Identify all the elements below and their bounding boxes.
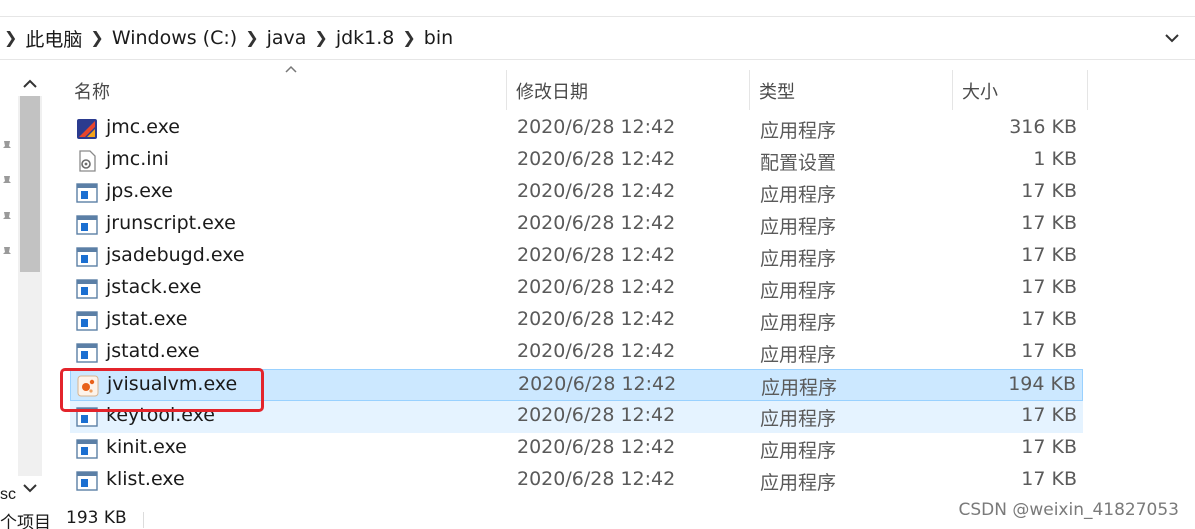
status-divider	[143, 512, 144, 528]
file-size: 194 KB	[1008, 373, 1076, 395]
chevron-right-icon[interactable]: ❯	[237, 28, 266, 47]
chevron-down-icon[interactable]	[1163, 29, 1181, 47]
file-size: 17 KB	[1021, 180, 1077, 202]
file-date-modified: 2020/6/28 12:42	[517, 276, 676, 298]
table-row[interactable]: kinit.exe 2020/6/28 12:42 应用程序 17 KB	[70, 433, 1083, 465]
file-date-modified: 2020/6/28 12:42	[518, 373, 677, 395]
file-type: 应用程序	[760, 440, 837, 462]
file-size: 17 KB	[1021, 468, 1077, 490]
file-size: 17 KB	[1021, 436, 1077, 458]
file-name: jmc.exe	[106, 116, 180, 138]
exe-window-icon	[76, 246, 98, 268]
chevron-right-icon[interactable]: ❯	[394, 28, 423, 47]
watermark: CSDN @weixin_41827053	[958, 500, 1179, 520]
file-size: 17 KB	[1021, 308, 1077, 330]
file-type: 应用程序	[760, 408, 837, 430]
jmc-app-icon	[76, 118, 98, 140]
file-name: jrunscript.exe	[106, 212, 236, 234]
file-date-modified: 2020/6/28 12:42	[517, 244, 676, 266]
breadcrumb[interactable]: ❯ 此电脑 ❯ Windows (C:) ❯ java ❯ jdk1.8 ❯ b…	[0, 17, 1195, 59]
file-date-modified: 2020/6/28 12:42	[517, 404, 676, 426]
table-row[interactable]: jstack.exe 2020/6/28 12:42 应用程序 17 KB	[70, 273, 1083, 305]
file-size: 1 KB	[1033, 148, 1077, 170]
file-name: kinit.exe	[106, 436, 187, 458]
exe-window-icon	[76, 310, 98, 332]
file-name: jsadebugd.exe	[106, 244, 245, 266]
file-size: 17 KB	[1021, 276, 1077, 298]
pin-icon[interactable]	[0, 175, 14, 189]
file-size: 17 KB	[1021, 244, 1077, 266]
column-divider[interactable]	[1087, 70, 1088, 110]
file-name: jstack.exe	[106, 276, 202, 298]
exe-window-icon	[76, 438, 98, 460]
file-type: 配置设置	[760, 152, 837, 174]
breadcrumb-bin[interactable]: bin	[424, 27, 453, 49]
chevron-right-icon[interactable]: ❯	[306, 28, 335, 47]
exe-window-icon	[76, 278, 98, 300]
file-type: 应用程序	[760, 184, 837, 206]
breadcrumb-jdk18[interactable]: jdk1.8	[336, 27, 395, 49]
file-date-modified: 2020/6/28 12:42	[517, 308, 676, 330]
breadcrumb-windows-c[interactable]: Windows (C:)	[112, 27, 237, 49]
file-date-modified: 2020/6/28 12:42	[517, 212, 676, 234]
annotation-highlight-box	[60, 368, 264, 412]
address-bar[interactable]: ❯ 此电脑 ❯ Windows (C:) ❯ java ❯ jdk1.8 ❯ b…	[0, 16, 1195, 60]
file-date-modified: 2020/6/28 12:42	[517, 340, 676, 362]
exe-window-icon	[76, 342, 98, 364]
pin-icon[interactable]	[0, 140, 14, 154]
chevron-right-icon[interactable]: ❯	[82, 28, 111, 47]
settings-file-icon	[76, 150, 98, 172]
file-size: 316 KB	[1009, 116, 1077, 138]
file-type: 应用程序	[760, 120, 837, 142]
table-row[interactable]: jsadebugd.exe 2020/6/28 12:42 应用程序 17 KB	[70, 241, 1083, 273]
sort-ascending-icon	[285, 65, 297, 73]
pin-icon[interactable]	[0, 246, 14, 260]
chevron-right-icon[interactable]: ❯	[0, 28, 25, 47]
file-type: 应用程序	[760, 312, 837, 334]
table-row[interactable]: klist.exe 2020/6/28 12:42 应用程序 17 KB	[70, 465, 1083, 497]
breadcrumb-this-pc[interactable]: 此电脑	[25, 25, 82, 52]
file-type: 应用程序	[760, 344, 837, 366]
selected-size: 193 KB	[66, 508, 127, 528]
file-name: jstat.exe	[106, 308, 188, 330]
file-date-modified: 2020/6/28 12:42	[517, 436, 676, 458]
file-name: jstatd.exe	[106, 340, 200, 362]
table-row[interactable]: jmc.ini 2020/6/28 12:42 配置设置 1 KB	[70, 145, 1083, 177]
table-row[interactable]: jstatd.exe 2020/6/28 12:42 应用程序 17 KB	[70, 337, 1083, 369]
pin-icon[interactable]	[0, 211, 14, 225]
scroll-down-arrow-icon[interactable]	[20, 478, 40, 498]
file-size: 17 KB	[1021, 340, 1077, 362]
file-type: 应用程序	[760, 216, 837, 238]
exe-window-icon	[76, 182, 98, 204]
file-name: jps.exe	[106, 180, 173, 202]
scrollbar-thumb[interactable]	[20, 96, 40, 272]
file-date-modified: 2020/6/28 12:42	[517, 116, 676, 138]
nav-pane-truncated-text: sc	[0, 486, 16, 503]
file-date-modified: 2020/6/28 12:42	[517, 148, 676, 170]
file-size: 17 KB	[1021, 212, 1077, 234]
file-date-modified: 2020/6/28 12:42	[517, 468, 676, 490]
file-type: 应用程序	[760, 280, 837, 302]
file-type: 应用程序	[760, 472, 837, 494]
file-name: jmc.ini	[106, 148, 169, 170]
exe-window-icon	[76, 470, 98, 492]
item-count-label: 个项目	[0, 513, 51, 529]
breadcrumb-java[interactable]: java	[267, 27, 307, 49]
table-row[interactable]: jrunscript.exe 2020/6/28 12:42 应用程序 17 KB	[70, 209, 1083, 241]
exe-window-icon	[76, 214, 98, 236]
scroll-up-arrow-icon[interactable]	[20, 74, 40, 94]
file-size: 17 KB	[1021, 404, 1077, 426]
table-row-partial[interactable]	[70, 100, 1083, 112]
file-date-modified: 2020/6/28 12:42	[517, 180, 676, 202]
table-row[interactable]: jps.exe 2020/6/28 12:42 应用程序 17 KB	[70, 177, 1083, 209]
table-row[interactable]: jmc.exe 2020/6/28 12:42 应用程序 316 KB	[70, 113, 1083, 145]
file-type: 应用程序	[761, 377, 838, 399]
file-name: klist.exe	[106, 468, 185, 490]
file-type: 应用程序	[760, 248, 837, 270]
table-row[interactable]: jstat.exe 2020/6/28 12:42 应用程序 17 KB	[70, 305, 1083, 337]
